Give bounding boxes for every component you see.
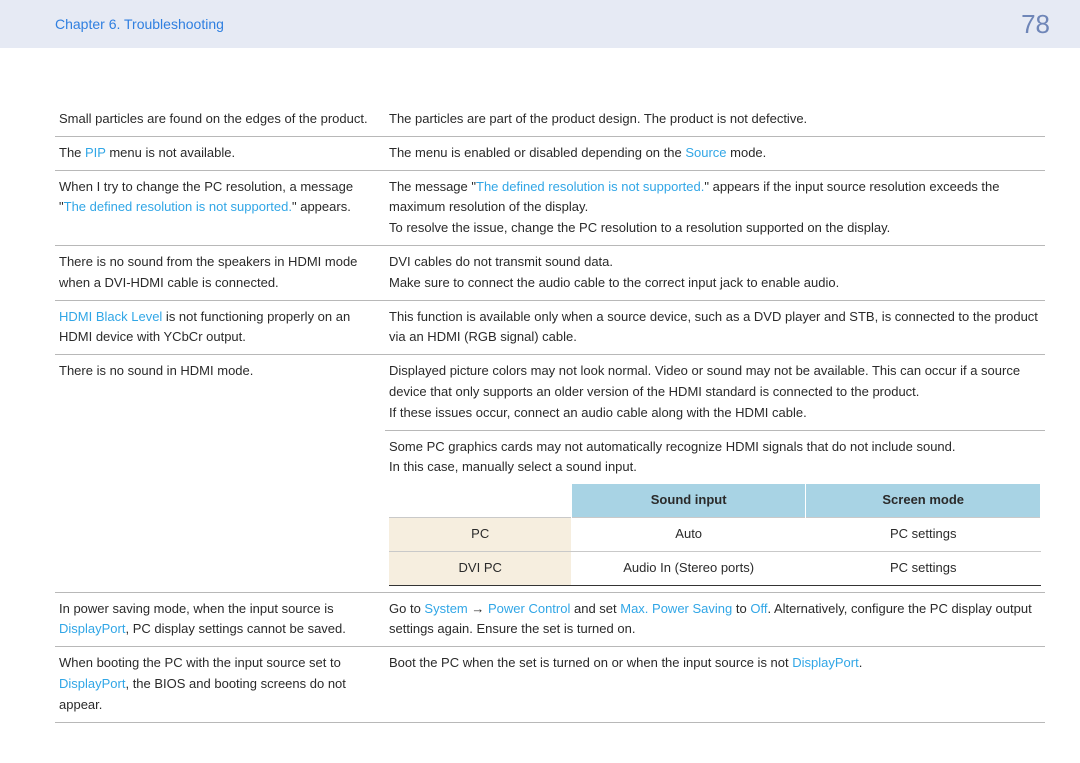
page-number: 78: [1021, 9, 1050, 40]
inner-cell: Auto: [571, 517, 806, 551]
issue-cell: There is no sound from the speakers in H…: [55, 245, 385, 300]
solution-cell: The message "The defined resolution is n…: [385, 170, 1045, 245]
table-row: Small particles are found on the edges o…: [55, 103, 1045, 136]
inner-header-sound: Sound input: [571, 484, 806, 517]
power-control-link: Power Control: [488, 601, 570, 616]
text: mode.: [727, 145, 767, 160]
issue-cell: HDMI Black Level is not functioning prop…: [55, 300, 385, 355]
solution-cell: Go to System → Power Control and set Max…: [385, 592, 1045, 647]
text: To resolve the issue, change the PC reso…: [389, 220, 890, 235]
table-row: The PIP menu is not available. The menu …: [55, 136, 1045, 170]
issue-cell: There is no sound in HDMI mode.: [55, 355, 385, 592]
text: to: [732, 601, 750, 616]
text: When booting the PC with the input sourc…: [59, 655, 341, 670]
text: menu is not available.: [106, 145, 235, 160]
content-area: Small particles are found on the edges o…: [0, 48, 1080, 723]
max-power-saving-link: Max. Power Saving: [620, 601, 732, 616]
issue-cell: When booting the PC with the input sourc…: [55, 647, 385, 722]
solution-cell: This function is available only when a s…: [385, 300, 1045, 355]
off-link: Off: [750, 601, 767, 616]
inner-header-blank: [389, 484, 571, 517]
resolution-msg-link: The defined resolution is not supported.: [64, 199, 292, 214]
table-row: In power saving mode, when the input sou…: [55, 592, 1045, 647]
displayport-link: DisplayPort: [792, 655, 858, 670]
issue-cell: Small particles are found on the edges o…: [55, 103, 385, 136]
issue-cell: The PIP menu is not available.: [55, 136, 385, 170]
inner-cell: PC settings: [806, 517, 1041, 551]
resolution-msg-link: The defined resolution is not supported.: [476, 179, 704, 194]
text: Boot the PC when the set is turned on or…: [389, 655, 792, 670]
issue-cell: In power saving mode, when the input sou…: [55, 592, 385, 647]
table-row: There is no sound in HDMI mode. Displaye…: [55, 355, 1045, 430]
text: In this case, manually select a sound in…: [389, 459, 637, 474]
text: Make sure to connect the audio cable to …: [389, 275, 839, 290]
hdmi-black-level-link: HDMI Black Level: [59, 309, 162, 324]
table-row: HDMI Black Level is not functioning prop…: [55, 300, 1045, 355]
text: The: [59, 145, 85, 160]
arrow-icon: →: [468, 601, 488, 616]
sound-input-table: Sound input Screen mode PC Auto PC setti…: [389, 484, 1041, 584]
text: Some PC graphics cards may not automatic…: [389, 439, 956, 454]
displayport-link: DisplayPort: [59, 621, 125, 636]
solution-cell: The particles are part of the product de…: [385, 103, 1045, 136]
text: In power saving mode, when the input sou…: [59, 601, 334, 616]
solution-cell: DVI cables do not transmit sound data. M…: [385, 245, 1045, 300]
inner-cell: PC settings: [806, 551, 1041, 584]
pip-link: PIP: [85, 145, 106, 160]
text: The message ": [389, 179, 476, 194]
inner-cell: PC: [389, 517, 571, 551]
text: Go to: [389, 601, 424, 616]
displayport-link: DisplayPort: [59, 676, 125, 691]
text: and set: [570, 601, 620, 616]
solution-cell: Some PC graphics cards may not automatic…: [385, 430, 1045, 592]
chapter-title: Chapter 6. Troubleshooting: [55, 16, 224, 32]
solution-cell: Displayed picture colors may not look no…: [385, 355, 1045, 430]
text: Displayed picture colors may not look no…: [389, 363, 1020, 399]
text: The menu is enabled or disabled dependin…: [389, 145, 685, 160]
inner-cell: Audio In (Stereo ports): [571, 551, 806, 584]
text: If these issues occur, connect an audio …: [389, 405, 807, 420]
issue-cell: When I try to change the PC resolution, …: [55, 170, 385, 245]
text: " appears.: [292, 199, 351, 214]
text: .: [859, 655, 863, 670]
inner-header-screen: Screen mode: [806, 484, 1041, 517]
text: , PC display settings cannot be saved.: [125, 621, 345, 636]
system-link: System: [424, 601, 467, 616]
solution-cell: Boot the PC when the set is turned on or…: [385, 647, 1045, 722]
table-row: There is no sound from the speakers in H…: [55, 245, 1045, 300]
inner-cell: DVI PC: [389, 551, 571, 584]
troubleshooting-table: Small particles are found on the edges o…: [55, 103, 1045, 723]
source-link: Source: [685, 145, 726, 160]
solution-cell: The menu is enabled or disabled dependin…: [385, 136, 1045, 170]
table-row: When booting the PC with the input sourc…: [55, 647, 1045, 722]
page-header: Chapter 6. Troubleshooting 78: [0, 0, 1080, 48]
text: DVI cables do not transmit sound data.: [389, 254, 613, 269]
table-row: When I try to change the PC resolution, …: [55, 170, 1045, 245]
